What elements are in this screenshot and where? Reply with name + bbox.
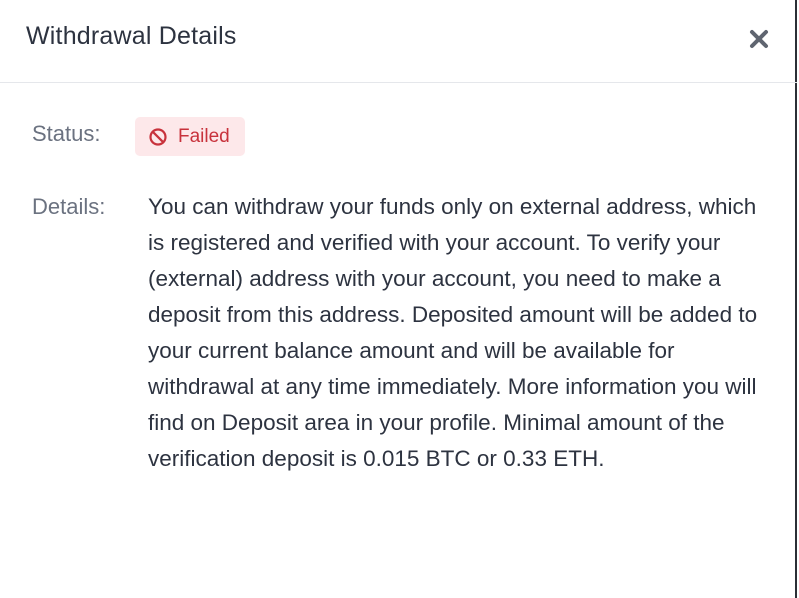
status-badge: Failed [135, 117, 245, 156]
status-badge-text: Failed [178, 125, 230, 147]
prohibited-icon [149, 127, 167, 146]
close-icon [750, 30, 768, 48]
modal-header: Withdrawal Details [0, 0, 797, 83]
withdrawal-details-modal: Withdrawal Details Status: Failed Detail… [0, 0, 797, 598]
modal-title: Withdrawal Details [26, 22, 237, 50]
details-label: Details: [32, 194, 106, 219]
details-text: You can withdraw your funds only on exte… [148, 194, 758, 471]
close-button[interactable] [744, 24, 774, 54]
status-label: Status: [32, 121, 101, 146]
